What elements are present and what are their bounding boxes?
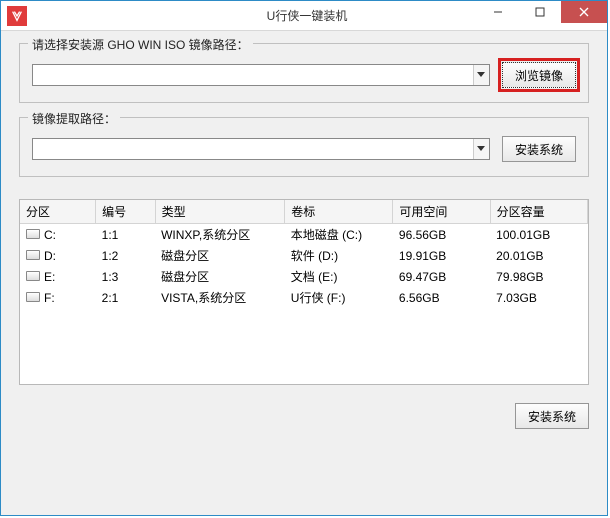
table-row[interactable]: C: 1:1WINXP,系统分区本地磁盘 (C:)96.56GB100.01GB [20, 224, 588, 246]
drive-icon [26, 250, 40, 260]
cell-total: 79.98GB [490, 266, 587, 287]
install-label: 安装系统 [515, 141, 563, 158]
cell-free: 6.56GB [393, 287, 490, 308]
window-controls [477, 1, 607, 23]
partition-table: 分区 编号 类型 卷标 可用空间 分区容量 C: 1:1WINXP,系统分区本地磁… [20, 200, 588, 308]
chevron-down-icon [473, 139, 489, 159]
table-header-row: 分区 编号 类型 卷标 可用空间 分区容量 [20, 200, 588, 224]
cell-type: VISTA,系统分区 [155, 287, 285, 308]
partition-table-wrap: 分区 编号 类型 卷标 可用空间 分区容量 C: 1:1WINXP,系统分区本地磁… [19, 199, 589, 385]
maximize-button[interactable] [519, 1, 561, 23]
install-system-button-bottom[interactable]: 安装系统 [515, 403, 589, 429]
cell-id: 2:1 [96, 287, 155, 308]
install-label-bottom: 安装系统 [528, 408, 576, 425]
cell-drive: E: [44, 270, 55, 284]
cell-free: 96.56GB [393, 224, 490, 246]
cell-type: 磁盘分区 [155, 245, 285, 266]
extract-legend: 镜像提取路径： [28, 110, 120, 127]
cell-total: 7.03GB [490, 287, 587, 308]
source-fieldset: 请选择安装源 GHO WIN ISO 镜像路径： 浏览镜像 [19, 43, 589, 103]
cell-type: 磁盘分区 [155, 266, 285, 287]
header-type[interactable]: 类型 [155, 200, 285, 224]
header-id[interactable]: 编号 [96, 200, 155, 224]
cell-id: 1:2 [96, 245, 155, 266]
cell-total: 20.01GB [490, 245, 587, 266]
app-window: U行侠一键装机 请选择安装源 GHO WIN ISO 镜像路径： [0, 0, 608, 516]
drive-icon [26, 229, 40, 239]
drive-icon [26, 271, 40, 281]
source-path-combo[interactable] [32, 64, 490, 86]
cell-drive: C: [44, 228, 56, 242]
cell-label: 软件 (D:) [285, 245, 393, 266]
install-system-button-top[interactable]: 安装系统 [502, 136, 576, 162]
cell-label: U行侠 (F:) [285, 287, 393, 308]
browse-image-button[interactable]: 浏览镜像 [502, 62, 576, 88]
cell-drive: F: [44, 291, 55, 305]
browse-label: 浏览镜像 [515, 67, 563, 84]
table-row[interactable]: D: 1:2磁盘分区软件 (D:)19.91GB20.01GB [20, 245, 588, 266]
drive-icon [26, 292, 40, 302]
minimize-button[interactable] [477, 1, 519, 23]
table-row[interactable]: F: 2:1VISTA,系统分区U行侠 (F:)6.56GB7.03GB [20, 287, 588, 308]
table-row[interactable]: E: 1:3磁盘分区文档 (E:)69.47GB79.98GB [20, 266, 588, 287]
extract-path-combo[interactable] [32, 138, 490, 160]
header-total[interactable]: 分区容量 [490, 200, 587, 224]
header-label[interactable]: 卷标 [285, 200, 393, 224]
cell-free: 69.47GB [393, 266, 490, 287]
cell-total: 100.01GB [490, 224, 587, 246]
cell-label: 文档 (E:) [285, 266, 393, 287]
content-area: 请选择安装源 GHO WIN ISO 镜像路径： 浏览镜像 镜像提取路径： [1, 31, 607, 385]
cell-id: 1:3 [96, 266, 155, 287]
cell-drive: D: [44, 249, 56, 263]
cell-label: 本地磁盘 (C:) [285, 224, 393, 246]
cell-id: 1:1 [96, 224, 155, 246]
footer: 安装系统 [1, 385, 607, 429]
header-free[interactable]: 可用空间 [393, 200, 490, 224]
chevron-down-icon [473, 65, 489, 85]
cell-free: 19.91GB [393, 245, 490, 266]
extract-fieldset: 镜像提取路径： 安装系统 [19, 117, 589, 177]
close-button[interactable] [561, 1, 607, 23]
titlebar: U行侠一键装机 [1, 1, 607, 31]
source-legend: 请选择安装源 GHO WIN ISO 镜像路径： [28, 36, 253, 53]
app-icon [7, 6, 27, 26]
header-drive[interactable]: 分区 [20, 200, 96, 224]
cell-type: WINXP,系统分区 [155, 224, 285, 246]
